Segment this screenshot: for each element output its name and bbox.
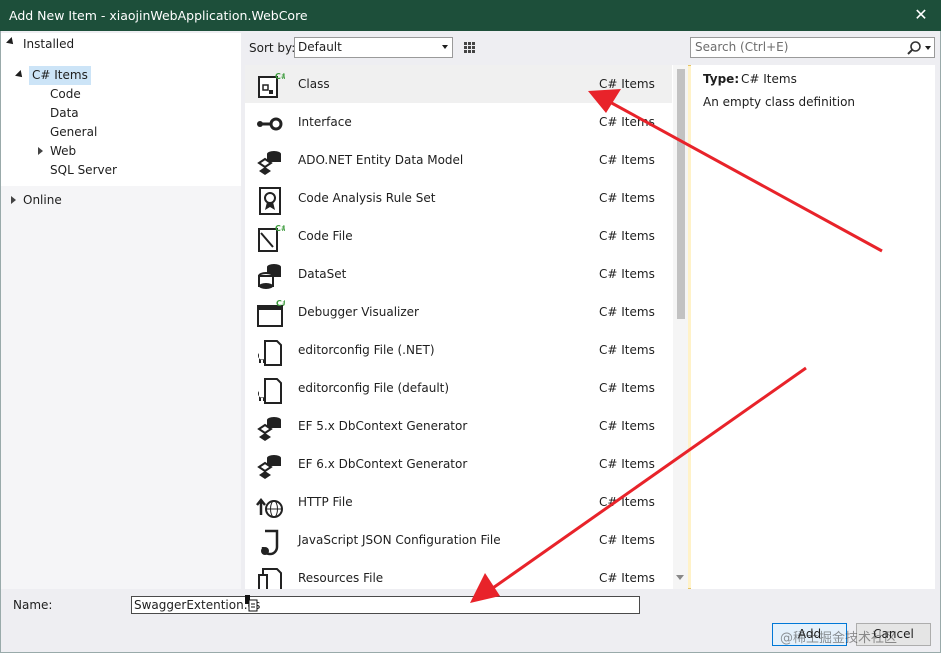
chevron-down-icon <box>442 45 448 49</box>
item-name: Resources File <box>298 571 384 585</box>
item-name: Interface <box>298 115 352 129</box>
name-field[interactable]: SwaggerExtention.cs <box>131 596 640 614</box>
grid-view-button[interactable] <box>459 37 480 58</box>
ef-generator-icon <box>257 417 281 441</box>
grid-view-icon <box>464 42 475 53</box>
category-tree: Installed C# Items Code Data General Web… <box>1 33 241 589</box>
item-category: C# Items <box>599 229 655 243</box>
type-label: Type: <box>703 72 740 86</box>
list-item[interactable]: Interface C# Items <box>245 103 672 141</box>
item-category: C# Items <box>599 267 655 281</box>
tree-item-general[interactable]: General <box>50 123 97 142</box>
search-icon[interactable] <box>906 40 922 56</box>
type-value: C# Items <box>741 72 797 86</box>
item-category: C# Items <box>599 419 655 433</box>
item-name: ADO.NET Entity Data Model <box>298 153 464 167</box>
item-category: C# Items <box>599 533 655 547</box>
list-item[interactable]: Resources File C# Items <box>245 559 672 589</box>
template-list: C#ClassC# ItemsInterfaceC# ItemsADO.NET … <box>245 65 688 589</box>
list-item[interactable]: Code Analysis Rule Set C# Items <box>245 179 672 217</box>
name-label: Name: <box>13 598 53 612</box>
sort-value: Default <box>298 40 342 54</box>
item-category: C# Items <box>599 77 655 91</box>
item-category: C# Items <box>599 305 655 319</box>
svg-text:C#: C# <box>275 224 285 233</box>
ef-generator-icon <box>257 455 281 479</box>
item-name: Debugger Visualizer <box>298 305 419 319</box>
tree-item-sql-server[interactable]: SQL Server <box>50 161 117 180</box>
item-category: C# Items <box>599 153 655 167</box>
tree-item-csharp-items[interactable]: C# Items <box>29 66 91 85</box>
sort-dropdown[interactable]: Default <box>294 37 453 58</box>
watermark: @稀土掘金技术社区 <box>780 631 898 646</box>
list-item[interactable]: EF 5.x DbContext Generator C# Items <box>245 407 672 445</box>
tree-item-web[interactable]: Web <box>50 142 76 161</box>
search-placeholder: Search (Ctrl+E) <box>695 40 789 54</box>
list-item[interactable]: HTTP File C# Items <box>245 483 672 521</box>
editorconfig-icon <box>258 340 282 366</box>
resources-file-icon <box>258 568 282 589</box>
item-category: C# Items <box>599 571 655 585</box>
expand-online-icon[interactable] <box>11 196 16 204</box>
text-cursor-icon <box>245 595 258 612</box>
scroll-down-icon[interactable] <box>676 575 684 580</box>
item-name: Code Analysis Rule Set <box>298 191 436 205</box>
item-category: C# Items <box>599 191 655 205</box>
list-item[interactable]: DataSet C# Items <box>245 255 672 293</box>
item-category: C# Items <box>599 343 655 357</box>
code-file-icon: C# <box>258 224 285 252</box>
svg-text:C#: C# <box>276 299 285 308</box>
installed-section <box>1 33 241 186</box>
item-category: C# Items <box>599 495 655 509</box>
item-name: EF 6.x DbContext Generator <box>298 457 468 471</box>
rule-set-icon <box>259 187 281 215</box>
entity-model-icon <box>257 151 281 175</box>
list-item[interactable]: C# Debugger Visualizer C# Items <box>245 293 672 331</box>
list-item[interactable]: C# Class C# Items <box>245 65 672 103</box>
item-name: editorconfig File (.NET) <box>298 343 435 357</box>
item-category: C# Items <box>599 115 655 129</box>
json-config-icon <box>261 529 279 556</box>
item-name: HTTP File <box>298 495 353 509</box>
debugger-visualizer-icon: C# <box>257 299 285 327</box>
editorconfig-icon <box>258 378 282 404</box>
class-icon: C# <box>258 72 285 98</box>
expand-web-icon[interactable] <box>38 147 43 155</box>
details-panel: Type: C# Items An empty class definition <box>691 65 935 589</box>
list-item[interactable]: editorconfig File (.NET) C# Items <box>245 331 672 369</box>
item-description: An empty class definition <box>703 95 856 109</box>
dataset-icon <box>258 264 281 289</box>
list-item[interactable]: ADO.NET Entity Data Model C# Items <box>245 141 672 179</box>
tree-item-online[interactable]: Online <box>23 191 62 210</box>
sort-label: Sort by: <box>249 41 296 55</box>
item-category: C# Items <box>599 381 655 395</box>
window-title: Add New Item - xiaojinWebApplication.Web… <box>9 8 308 23</box>
item-category: C# Items <box>599 457 655 471</box>
list-item[interactable]: EF 6.x DbContext Generator C# Items <box>245 445 672 483</box>
scrollbar-thumb[interactable] <box>677 69 685 319</box>
list-item[interactable]: C# Code File C# Items <box>245 217 672 255</box>
tree-item-installed[interactable]: Installed <box>23 35 74 54</box>
list-item[interactable]: JavaScript JSON Configuration File C# Ite… <box>245 521 672 559</box>
item-name: EF 5.x DbContext Generator <box>298 419 468 433</box>
http-file-icon <box>256 497 283 518</box>
search-options-chevron-icon[interactable] <box>925 46 931 50</box>
search-input[interactable]: Search (Ctrl+E) <box>690 37 935 58</box>
interface-icon <box>257 117 283 131</box>
item-name: Class <box>298 77 330 91</box>
item-name: Code File <box>298 229 353 243</box>
svg-text:C#: C# <box>275 72 285 81</box>
item-name: editorconfig File (default) <box>298 381 450 395</box>
tree-item-code[interactable]: Code <box>50 85 81 104</box>
list-item[interactable]: editorconfig File (default) C# Items <box>245 369 672 407</box>
item-name: DataSet <box>298 267 347 281</box>
tree-item-data[interactable]: Data <box>50 104 79 123</box>
item-name: JavaScript JSON Configuration File <box>298 533 501 547</box>
close-icon[interactable]: ✕ <box>909 4 933 26</box>
title-bar: Add New Item - xiaojinWebApplication.Web… <box>0 0 941 31</box>
